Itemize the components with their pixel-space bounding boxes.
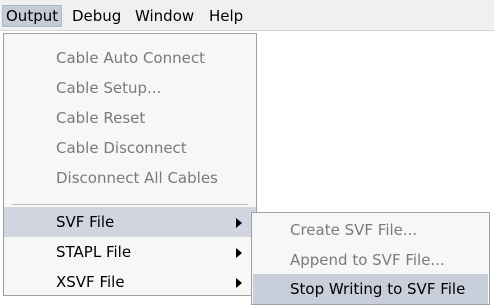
menu-item-label: SVF File — [56, 213, 115, 231]
menu-help[interactable]: Help — [207, 6, 245, 26]
submenu-arrow-icon — [236, 218, 242, 228]
svf-file-submenu: Create SVF File... Append to SVF File...… — [251, 212, 490, 305]
submenu-arrow-icon — [236, 248, 242, 258]
menu-item-disconnect-all-cables[interactable]: Disconnect All Cables — [4, 163, 256, 193]
menu-debug[interactable]: Debug — [70, 6, 123, 26]
menu-item-cable-auto-connect[interactable]: Cable Auto Connect — [4, 43, 256, 73]
submenu-arrow-icon — [236, 278, 242, 288]
menu-window[interactable]: Window — [133, 6, 196, 26]
menu-output[interactable]: Output — [2, 5, 63, 27]
menu-item-xsvf-file[interactable]: XSVF File — [4, 267, 256, 297]
output-dropdown-menu: Cable Auto Connect Cable Setup... Cable … — [3, 33, 257, 296]
menu-item-cable-setup[interactable]: Cable Setup... — [4, 73, 256, 103]
menu-separator — [12, 204, 248, 205]
menu-item-cable-disconnect[interactable]: Cable Disconnect — [4, 133, 256, 163]
menu-item-label: STAPL File — [56, 243, 132, 261]
menu-item-create-svf-file[interactable]: Create SVF File... — [253, 215, 488, 245]
menu-item-label: XSVF File — [56, 273, 125, 291]
menu-bar: Output Debug Window Help — [0, 0, 494, 31]
menu-item-svf-file[interactable]: SVF File — [4, 207, 256, 237]
menu-item-stapl-file[interactable]: STAPL File — [4, 237, 256, 267]
menu-item-append-to-svf-file[interactable]: Append to SVF File... — [253, 245, 488, 275]
menu-item-cable-reset[interactable]: Cable Reset — [4, 103, 256, 133]
menu-item-stop-writing-to-svf-file[interactable]: Stop Writing to SVF File — [253, 274, 488, 304]
